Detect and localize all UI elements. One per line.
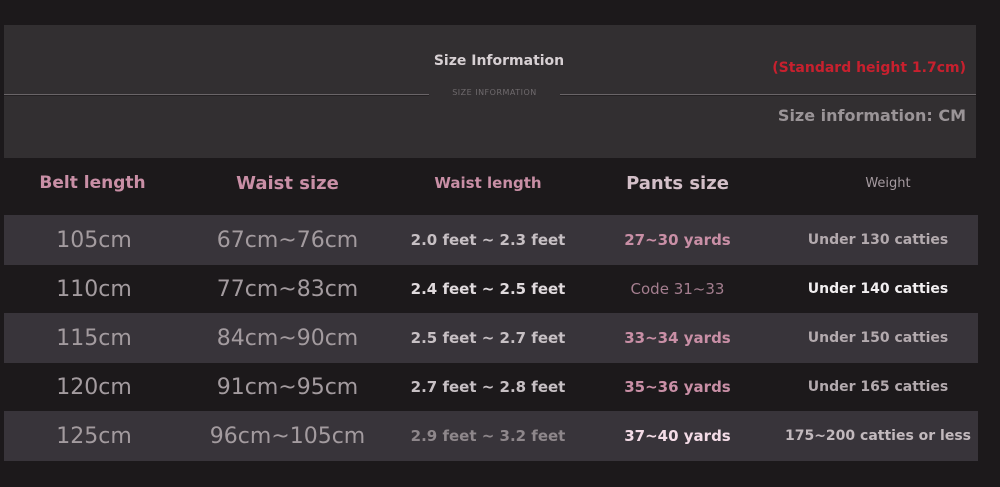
table-row: 110cm 77cm~83cm 2.4 feet ~ 2.5 feet Code… <box>4 264 978 314</box>
size-chart-page: Size Information SIZE INFORMATION (Stand… <box>0 0 1000 487</box>
waist-size-cell: 96cm~105cm <box>209 423 366 449</box>
column-header-pants-size: Pants size <box>626 172 729 194</box>
waist-length-cell: 2.7 feet ~ 2.8 feet <box>410 378 566 396</box>
belt-length-cell: 115cm <box>56 325 132 351</box>
waist-length-cell: 2.0 feet ~ 2.3 feet <box>410 231 566 249</box>
waist-length-cell: 2.4 feet ~ 2.5 feet <box>410 280 566 298</box>
waist-length-cell: 2.5 feet ~ 2.7 feet <box>410 329 566 347</box>
column-header-waist-size: Waist size <box>236 172 339 194</box>
pants-size-cell: 27~30 yards <box>624 231 731 249</box>
header-subtitle: SIZE INFORMATION <box>452 88 537 97</box>
weight-cell: Under 140 catties <box>807 281 949 297</box>
table-row: 125cm 96cm~105cm 2.9 feet ~ 3.2 feet 37~… <box>4 411 978 461</box>
waist-size-cell: 67cm~76cm <box>216 227 359 253</box>
column-header-weight: Weight <box>865 175 911 191</box>
pants-size-cell: Code 31~33 <box>630 280 725 298</box>
belt-length-cell: 110cm <box>56 276 132 302</box>
waist-size-cell: 84cm~90cm <box>216 325 359 351</box>
standard-height-note: (Standard height 1.7cm) <box>772 60 966 76</box>
unit-note: Size information: CM <box>777 106 966 125</box>
belt-length-cell: 125cm <box>56 423 132 449</box>
column-header-waist-length: Waist length <box>434 174 542 192</box>
belt-length-cell: 105cm <box>56 227 132 253</box>
header-divider-left <box>4 94 429 96</box>
weight-cell: Under 150 catties <box>807 330 949 346</box>
pants-size-cell: 35~36 yards <box>624 378 731 396</box>
pants-size-cell: 37~40 yards <box>624 427 731 445</box>
weight-cell: 175~200 catties or less <box>784 428 972 444</box>
table-row: 115cm 84cm~90cm 2.5 feet ~ 2.7 feet 33~3… <box>4 313 978 363</box>
table-row: 105cm 67cm~76cm 2.0 feet ~ 2.3 feet 27~3… <box>4 215 978 265</box>
belt-length-cell: 120cm <box>56 374 132 400</box>
pants-size-cell: 33~34 yards <box>624 329 731 347</box>
waist-length-cell: 2.9 feet ~ 3.2 feet <box>410 427 566 445</box>
column-header-belt-length: Belt length <box>39 173 146 193</box>
waist-size-cell: 91cm~95cm <box>216 374 359 400</box>
waist-size-cell: 77cm~83cm <box>216 276 359 302</box>
size-chart-header: Size Information SIZE INFORMATION (Stand… <box>4 25 976 158</box>
header-title: Size Information <box>433 53 565 69</box>
weight-cell: Under 130 catties <box>807 232 949 248</box>
header-divider-right <box>560 94 976 96</box>
table-row: 120cm 91cm~95cm 2.7 feet ~ 2.8 feet 35~3… <box>4 362 978 412</box>
weight-cell: Under 165 catties <box>807 379 949 395</box>
